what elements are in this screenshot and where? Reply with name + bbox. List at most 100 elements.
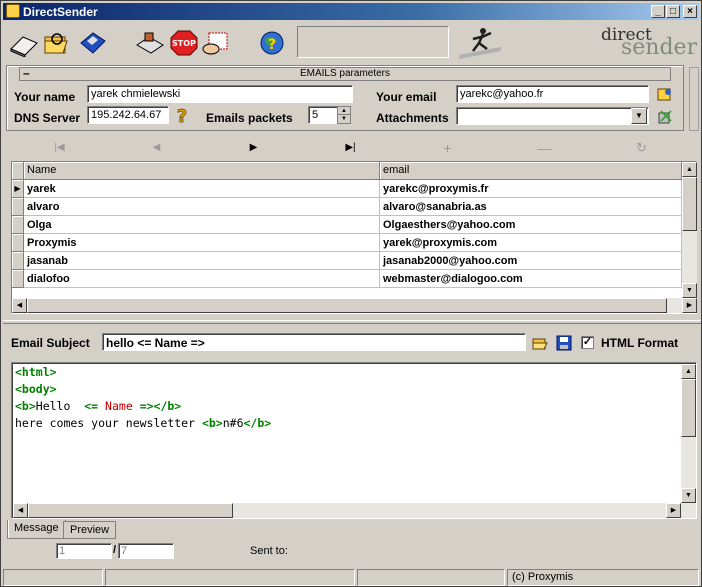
table-row[interactable]: ▶ yarek yarekc@proxymis.fr (12, 180, 682, 198)
status-panel-1 (3, 569, 103, 586)
row-indicator (12, 234, 24, 252)
save-disk-icon[interactable] (77, 29, 107, 57)
sent-to-label: Sent to: (250, 545, 288, 557)
dns-help-icon[interactable]: ? (173, 105, 191, 125)
close-button[interactable]: × (683, 5, 697, 18)
row-indicator (12, 216, 24, 234)
open-file-icon[interactable] (532, 335, 548, 351)
help-globe-icon[interactable]: ? (257, 29, 287, 57)
select-hand-icon[interactable] (201, 29, 231, 57)
grid-vertical-scrollbar[interactable]: ▲ ▼ (682, 162, 697, 298)
emails-parameters-header: EMAILS parameters (19, 67, 671, 81)
scroll-down-icon[interactable]: ▼ (682, 283, 697, 298)
scroll-thumb[interactable] (28, 503, 233, 518)
cell-name[interactable]: alvaro (24, 198, 380, 216)
nav-delete-icon[interactable]: — (496, 137, 593, 159)
cell-email[interactable]: alvaro@sanabria.as (380, 198, 682, 216)
svg-text:STOP: STOP (172, 39, 196, 48)
table-row[interactable]: alvaro alvaro@sanabria.as (12, 198, 682, 216)
current-row-indicator-icon: ▶ (12, 180, 24, 198)
new-eraser-icon[interactable] (9, 29, 39, 57)
attachments-dropdown-icon[interactable]: ▼ (631, 108, 647, 124)
progress-row: 1 / 7 Sent to: (3, 541, 699, 563)
emails-packets-input[interactable]: 5 (308, 106, 338, 124)
params-scroll-track[interactable] (689, 67, 699, 131)
cell-email[interactable]: yarekc@proxymis.fr (380, 180, 682, 198)
svg-text:?: ? (177, 106, 187, 125)
nav-first-icon[interactable]: |◀ (11, 137, 108, 159)
send-mail-icon[interactable] (135, 29, 165, 57)
tab-message[interactable]: Message (7, 520, 66, 539)
brand-text-sender: sender (621, 35, 698, 60)
dns-server-label: DNS Server (14, 111, 81, 125)
your-email-input[interactable]: yarekc@yahoo.fr (456, 85, 649, 103)
editor-vertical-scrollbar[interactable]: ▲ ▼ (681, 364, 696, 503)
open-folder-icon[interactable] (41, 29, 71, 57)
row-indicator (12, 252, 24, 270)
your-name-label: Your name (14, 90, 76, 104)
collapse-params-button[interactable]: – (23, 67, 43, 80)
scroll-thumb[interactable] (681, 379, 696, 437)
code-line-4: here comes your newsletter <b>n#6</b> (15, 416, 272, 430)
svg-text:?: ? (268, 37, 276, 53)
scroll-left-icon[interactable]: ◀ (13, 503, 28, 518)
table-row[interactable]: dialofoo webmaster@dialogoo.com (12, 270, 682, 288)
attachments-select[interactable] (456, 107, 649, 125)
cell-email[interactable]: webmaster@dialogoo.com (380, 270, 682, 288)
maximize-button[interactable]: □ (666, 5, 680, 18)
table-row[interactable]: Proxymis yarek@proxymis.com (12, 234, 682, 252)
table-row[interactable]: jasanab jasanab2000@yahoo.com (12, 252, 682, 270)
cell-name[interactable]: jasanab (24, 252, 380, 270)
nav-next-icon[interactable]: ▶ (205, 137, 302, 159)
scroll-thumb[interactable] (27, 298, 667, 313)
your-name-input[interactable]: yarek chmielewski (87, 85, 353, 103)
stop-icon[interactable]: STOP (169, 29, 199, 57)
stepper-down-icon[interactable]: ▼ (338, 115, 350, 123)
dns-server-input[interactable]: 195.242.64.67 (87, 106, 169, 124)
scroll-down-icon[interactable]: ▼ (681, 488, 696, 503)
column-header-name[interactable]: Name (24, 162, 380, 180)
total-count-field[interactable]: 7 (118, 543, 174, 559)
scroll-right-icon[interactable]: ▶ (682, 298, 697, 313)
status-panel-3 (357, 569, 505, 586)
scroll-up-icon[interactable]: ▲ (681, 364, 696, 379)
stepper-up-icon[interactable]: ▲ (338, 107, 350, 115)
cell-name[interactable]: yarek (24, 180, 380, 198)
grid-horizontal-scrollbar[interactable]: ◀ ▶ (12, 298, 697, 313)
emails-packets-stepper[interactable]: ▲ ▼ (337, 106, 351, 124)
scroll-thumb[interactable] (682, 177, 697, 231)
minimize-button[interactable]: _ (651, 5, 665, 18)
address-book-icon[interactable] (656, 86, 674, 102)
scroll-left-icon[interactable]: ◀ (12, 298, 27, 313)
html-format-checkbox[interactable]: ✓ (581, 336, 594, 349)
cell-name[interactable]: dialofoo (24, 270, 380, 288)
editor-horizontal-scrollbar[interactable]: ◀ ▶ (13, 503, 696, 518)
record-navigator: |◀ ◀ ▶ ▶| + — ↻ (11, 137, 693, 159)
nav-refresh-icon[interactable]: ↻ (593, 137, 690, 159)
title-bar[interactable]: DirectSender _ □ × (3, 3, 699, 20)
remove-attachment-icon[interactable] (656, 108, 674, 124)
tab-preview[interactable]: Preview (63, 521, 117, 539)
subject-row: Email Subject hello <= Name => ✓ HTML Fo… (6, 331, 696, 355)
save-file-icon[interactable] (556, 335, 572, 351)
scroll-right-icon[interactable]: ▶ (666, 503, 681, 518)
progress-separator: / (113, 544, 117, 556)
scroll-up-icon[interactable]: ▲ (682, 162, 697, 177)
emails-packets-label: Emails packets (206, 111, 293, 125)
panel-splitter[interactable] (3, 320, 701, 324)
current-index-field[interactable]: 1 (56, 543, 112, 559)
cell-email[interactable]: jasanab2000@yahoo.com (380, 252, 682, 270)
table-row[interactable]: Olga Olgaesthers@yahoo.com (12, 216, 682, 234)
nav-insert-icon[interactable]: + (399, 137, 496, 159)
column-header-email[interactable]: email (380, 162, 682, 180)
nav-last-icon[interactable]: ▶| (302, 137, 399, 159)
status-copyright: (c) Proxymis (507, 569, 699, 586)
recipients-grid: Name email ▶ yarek yarekc@proxymis.fr al… (11, 161, 697, 314)
cell-email[interactable]: yarek@proxymis.com (380, 234, 682, 252)
cell-email[interactable]: Olgaesthers@yahoo.com (380, 216, 682, 234)
cell-name[interactable]: Olga (24, 216, 380, 234)
email-subject-input[interactable]: hello <= Name => (102, 333, 526, 351)
cell-name[interactable]: Proxymis (24, 234, 380, 252)
nav-prior-icon[interactable]: ◀ (108, 137, 205, 159)
message-editor[interactable]: <html> <body> <b>Hello <= Name =></b> he… (11, 362, 697, 519)
